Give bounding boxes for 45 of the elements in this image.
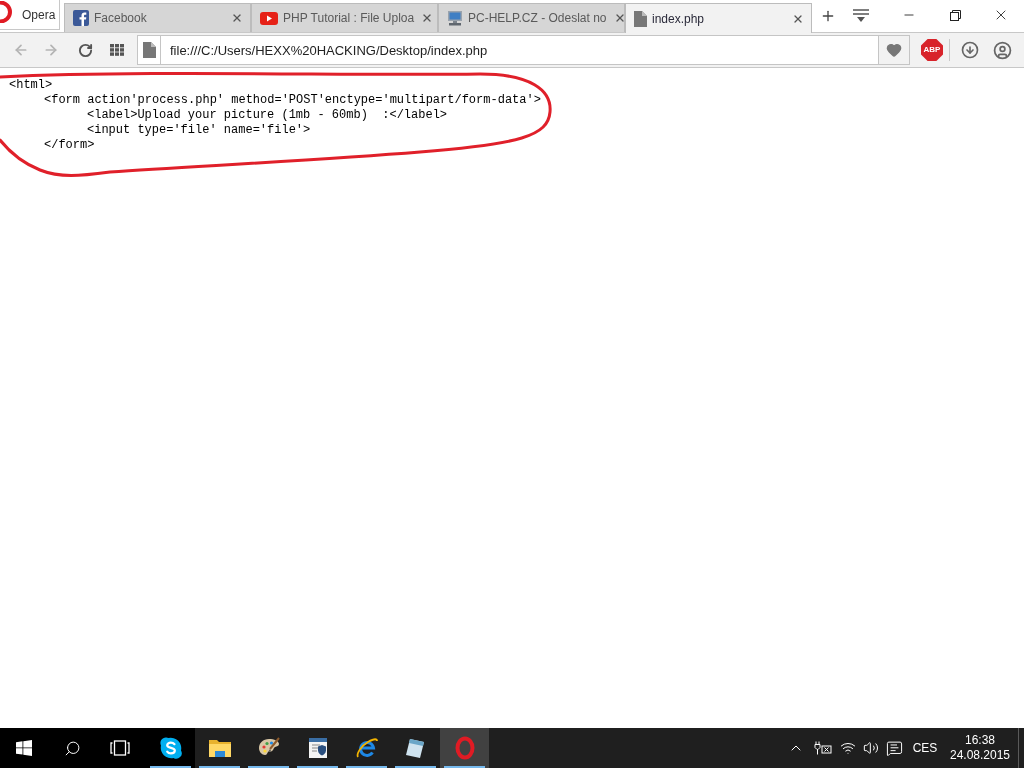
code-line: <label>Upload your picture (1mb - 60mb) :</label> [87,108,448,123]
plug-battery-icon [813,741,833,755]
document-shield-icon [306,736,329,760]
page-icon [142,42,156,58]
heart-icon [886,42,902,58]
grid-icon [110,44,124,56]
reload-icon [77,42,93,58]
task-view-icon [110,740,130,756]
restore-icon [949,9,961,21]
speaker-icon [863,740,879,756]
forward-arrow-icon [43,42,59,58]
computer-icon [447,10,463,26]
square-logo-icon [73,10,89,26]
folder-icon [207,738,232,758]
wifi-icon [840,740,856,756]
page-info-button[interactable] [137,35,161,65]
page-icon [634,10,647,27]
code-line: <html> [9,78,53,93]
windows-logo-icon [16,740,32,756]
chat-logo-icon [158,736,183,760]
tab-menu-icon [852,9,870,23]
extension-button[interactable]: ABP [921,39,943,61]
notification-icon [885,739,903,757]
language-button[interactable]: CES [908,728,942,768]
download-icon [961,41,979,59]
close-icon [231,12,243,24]
code-line: </form> [44,138,95,153]
user-icon [992,40,1012,60]
address-field[interactable]: file:///C:/Users/HEXX%20HACKING/Desktop/index.php [161,35,878,65]
browser-tab[interactable]: PC-HELP.CZ - Odeslat no [438,3,625,32]
clock-date: 24.08.2015 [949,748,1011,763]
clock-button[interactable]: 16:38 24.08.2015 [944,728,1016,768]
browser-tab[interactable]: PHP Tutorial : File Uploa [251,3,438,32]
plus-icon [820,8,836,24]
code-line: <form action'process.php' method='POST'enctype='multipart/form-data'> [44,93,541,108]
search-icon [63,739,81,757]
clock-time: 16:38 [965,733,995,748]
ring-logo-icon [454,736,475,760]
browser-tab[interactable]: index.php [625,3,812,33]
bookmark-button[interactable] [878,35,910,65]
play-button-icon [260,11,278,25]
browser-logo-icon [354,736,379,760]
browser-tab[interactable]: Facebook [64,3,251,32]
menu-button[interactable]: Opera [0,0,60,30]
code-line: <input type='file' name='file'> [87,123,311,138]
